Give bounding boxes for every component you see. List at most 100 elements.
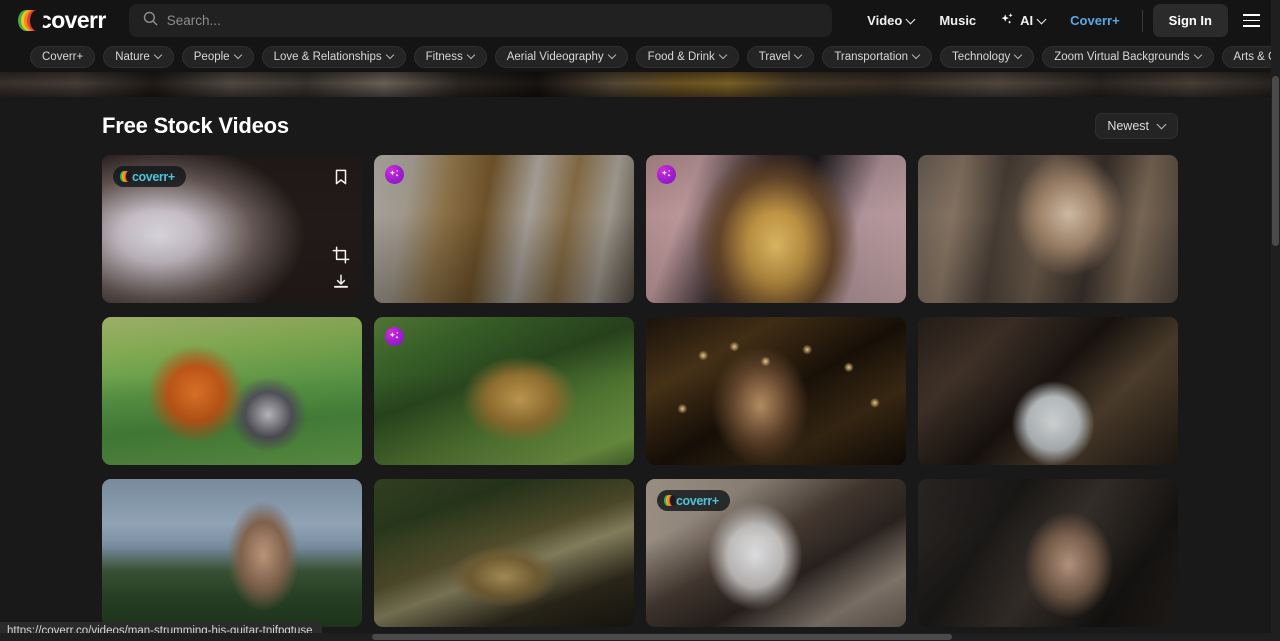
coverr-plus-badge-label: coverr+ [676, 493, 719, 508]
video-card[interactable] [374, 155, 634, 303]
chevron-down-icon [795, 52, 802, 59]
nav-item-coverr-plus[interactable]: Coverr+ [1058, 6, 1132, 35]
sparkle-icon [661, 169, 671, 177]
category-chip-label: Nature [115, 50, 150, 63]
header-nav: Video Music AI Coverr+ Sign In [855, 4, 1266, 37]
chevron-down-icon [1038, 16, 1046, 24]
video-card[interactable] [918, 479, 1178, 627]
vertical-scrollbar-thumb[interactable] [1272, 76, 1279, 246]
category-chip-zoom-virtual-backgrounds[interactable]: Zoom Virtual Backgrounds [1042, 45, 1214, 68]
category-chip-label: Travel [758, 50, 791, 63]
ai-generated-badge [657, 165, 676, 184]
page-title: Free Stock Videos [102, 113, 289, 138]
sparkle-icon [1000, 12, 1015, 30]
nav-item-ai-label: AI [1020, 13, 1034, 28]
category-chip-label: Technology [952, 50, 1011, 63]
ai-generated-badge [385, 165, 404, 184]
video-thumbnail [918, 317, 1178, 465]
category-chip-label: Coverr+ [42, 50, 84, 63]
logo-rainbow-icon [120, 171, 132, 182]
logo-rainbow-icon [664, 495, 676, 506]
download-icon[interactable] [332, 273, 350, 291]
video-card[interactable]: coverr+ [102, 155, 362, 303]
video-card[interactable] [646, 155, 906, 303]
nav-item-music-label: Music [939, 13, 977, 28]
coverr-plus-badge: coverr+ [113, 166, 186, 187]
category-bar[interactable]: Coverr+ Nature People Love & Relationshi… [0, 41, 1280, 72]
coverr-logo[interactable]: coverr [18, 0, 106, 41]
chevron-down-icon [155, 52, 162, 59]
category-chip-label: Food & Drink [647, 50, 715, 63]
category-chip-fitness[interactable]: Fitness [413, 45, 487, 68]
video-thumbnail [918, 479, 1178, 627]
video-thumbnail [102, 479, 362, 627]
category-chip-transportation[interactable]: Transportation [822, 45, 933, 68]
ai-generated-badge [385, 327, 404, 346]
video-thumbnail [646, 155, 906, 303]
chevron-down-icon [387, 52, 394, 59]
coverr-plus-badge: coverr+ [657, 490, 730, 511]
category-chip-coverr-plus[interactable]: Coverr+ [30, 45, 96, 68]
video-thumbnail [102, 317, 362, 465]
category-chip-label: Love & Relationships [273, 50, 382, 63]
category-chip-food-drink[interactable]: Food & Drink [635, 45, 739, 68]
category-chip-love-relationships[interactable]: Love & Relationships [261, 45, 406, 68]
logo-text: coverr [39, 7, 106, 33]
category-chip-nature[interactable]: Nature [103, 45, 174, 68]
sparkle-icon [389, 331, 399, 339]
chevron-down-icon [720, 52, 727, 59]
video-card[interactable] [918, 155, 1178, 303]
nav-item-ai[interactable]: AI [988, 5, 1058, 37]
category-chip-label: Aerial Videography [506, 50, 604, 63]
nav-item-video-label: Video [867, 13, 903, 28]
search-box[interactable] [128, 4, 832, 37]
nav-item-coverr-plus-label: Coverr+ [1070, 13, 1120, 28]
crop-icon[interactable] [332, 246, 350, 264]
nav-item-music[interactable]: Music [927, 6, 988, 35]
top-header: coverr Video Music AI [0, 0, 1280, 41]
video-thumbnail [646, 317, 906, 465]
sort-dropdown-value: Newest [1107, 119, 1149, 133]
coverr-plus-badge-label: coverr+ [132, 169, 175, 184]
video-thumbnail [374, 155, 634, 303]
search-input[interactable] [166, 13, 818, 28]
category-chip-travel[interactable]: Travel [746, 45, 815, 68]
category-chip-label: Transportation [834, 50, 909, 63]
video-card[interactable] [374, 317, 634, 465]
horizontal-scrollbar[interactable] [0, 633, 1280, 641]
search-icon [143, 11, 158, 31]
video-grid: coverr+ coverr+ [0, 155, 1280, 627]
category-chip-people[interactable]: People [181, 45, 254, 68]
category-chip-label: Zoom Virtual Backgrounds [1054, 50, 1190, 63]
chevron-down-icon [235, 52, 242, 59]
video-thumbnail [918, 155, 1178, 303]
sign-in-button[interactable]: Sign In [1152, 4, 1228, 37]
horizontal-scrollbar-thumb[interactable] [372, 634, 952, 640]
chevron-down-icon [1158, 121, 1166, 129]
bookmark-icon[interactable] [332, 168, 350, 186]
category-chip-label: People [193, 50, 230, 63]
category-chip-aerial-videography[interactable]: Aerial Videography [494, 45, 628, 68]
category-chip-technology[interactable]: Technology [940, 45, 1035, 68]
chevron-down-icon [609, 52, 616, 59]
sparkle-icon [389, 169, 399, 177]
header-divider [1141, 9, 1143, 32]
chevron-down-icon [468, 52, 475, 59]
page-title-row: Free Stock Videos Newest [0, 97, 1280, 155]
video-card[interactable] [918, 317, 1178, 465]
video-thumbnail [374, 317, 634, 465]
sort-dropdown[interactable]: Newest [1095, 113, 1178, 139]
video-card[interactable] [102, 479, 362, 627]
chevron-down-icon [907, 16, 915, 24]
video-card[interactable]: coverr+ [646, 479, 906, 627]
chevron-down-icon [1195, 52, 1202, 59]
video-card[interactable] [374, 479, 634, 627]
chevron-down-icon [1015, 52, 1022, 59]
nav-item-video[interactable]: Video [855, 6, 927, 35]
hero-banner-strip [0, 72, 1280, 97]
video-card[interactable] [646, 317, 906, 465]
vertical-scrollbar[interactable] [1271, 0, 1280, 641]
hamburger-icon[interactable] [1236, 6, 1266, 36]
video-card[interactable] [102, 317, 362, 465]
video-thumbnail [374, 479, 634, 627]
